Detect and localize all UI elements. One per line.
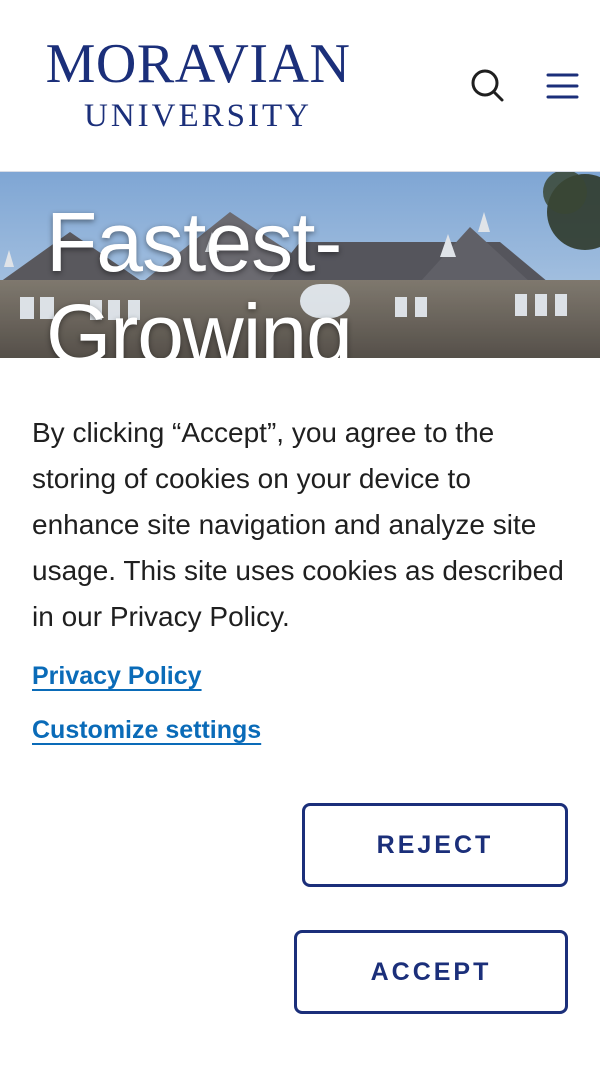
hamburger-menu-icon <box>546 73 579 99</box>
cookie-message: By clicking “Accept”, you agree to the s… <box>32 417 564 632</box>
hero-banner: Fastest- Growing <box>0 172 600 358</box>
search-button[interactable] <box>466 64 510 108</box>
cookie-consent-banner: By clicking “Accept”, you agree to the s… <box>0 358 600 1065</box>
menu-button[interactable] <box>540 64 584 108</box>
hero-title: Fastest- Growing <box>46 195 353 358</box>
site-header: MORAVIAN UNIVERSITY <box>0 0 600 172</box>
privacy-policy-link[interactable]: Privacy Policy <box>32 662 202 691</box>
accept-button[interactable]: ACCEPT <box>294 930 568 1014</box>
university-logo[interactable]: MORAVIAN UNIVERSITY <box>28 36 368 134</box>
page: MORAVIAN UNIVERSITY Fastest- Growing By … <box>0 0 600 1065</box>
customize-settings-link[interactable]: Customize settings <box>32 716 261 745</box>
logo-wordmark-secondary: UNIVERSITY <box>84 98 312 134</box>
logo-wordmark-primary: MORAVIAN <box>45 33 351 95</box>
reject-button[interactable]: REJECT <box>302 803 568 887</box>
search-icon <box>471 69 504 102</box>
